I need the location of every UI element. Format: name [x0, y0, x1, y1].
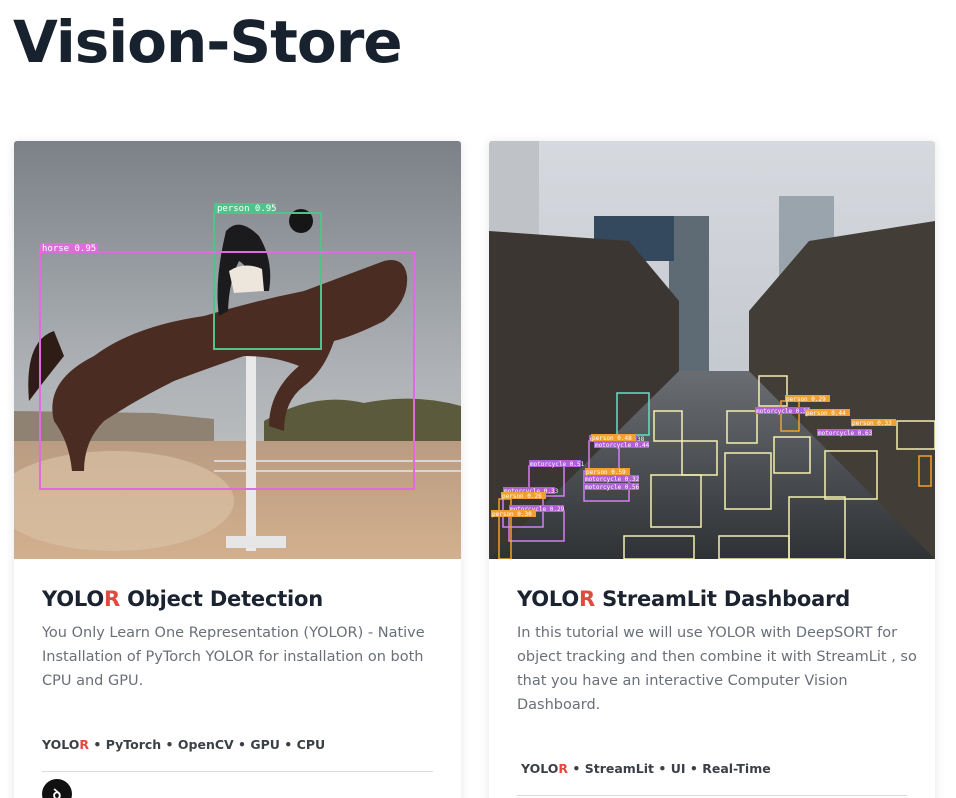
detection-label: person 0.26 [502, 493, 542, 500]
tag-rest: • StreamLit • UI • Real-Time [568, 761, 771, 776]
horse-jump-detection-image: person 0.95 horse 0.95 [14, 141, 461, 559]
tag-accent: R [79, 737, 90, 752]
detection-label: motorcycle 0.63 [818, 430, 873, 437]
detection-label: motorcycle 0.30 [756, 408, 811, 415]
site-title: Vision-Store [13, 8, 403, 76]
tag-main: YOLO [42, 737, 80, 752]
detection-label: person 0.59 [586, 469, 626, 476]
title-accent: R [104, 587, 120, 611]
card-yolor-streamlit-dashboard[interactable]: motorcycle 0.38 motorcycle 0.51 motorcyc… [489, 141, 935, 798]
card-thumbnail[interactable]: motorcycle 0.38 motorcycle 0.51 motorcyc… [489, 141, 935, 559]
card-tags: YOLOR • StreamLit • UI • Real-Time [521, 761, 771, 776]
detection-label: person 0.33 [852, 420, 892, 427]
card-description: In this tutorial we will use YOLOR with … [517, 625, 917, 713]
card-tags: YOLOR • PyTorch • OpenCV • GPU • CPU [42, 737, 325, 752]
street-traffic-detection-image: motorcycle 0.38 motorcycle 0.51 motorcyc… [489, 141, 935, 559]
card-title[interactable]: YOLOR StreamLit Dashboard [517, 587, 850, 611]
detection-label: person 0.48 [592, 435, 632, 442]
title-accent: R [579, 587, 595, 611]
card-divider [517, 795, 907, 796]
tag-rest: • PyTorch • OpenCV • GPU • CPU [89, 737, 326, 752]
title-rest: Object Detection [119, 587, 324, 611]
title-rest: StreamLit Dashboard [594, 587, 851, 611]
card-yolor-object-detection[interactable]: person 0.95 horse 0.95 YOLOR Object Dete… [14, 141, 461, 798]
horse-label: horse 0.95 [42, 244, 96, 254]
card-thumbnail[interactable]: person 0.95 horse 0.95 [14, 141, 461, 559]
title-main: YOLO [517, 587, 579, 611]
card-title[interactable]: YOLOR Object Detection [42, 587, 323, 611]
detection-label: motorcycle 0.51 [530, 461, 585, 468]
card-divider [42, 771, 433, 772]
detection-label: person 0.29 [786, 396, 826, 403]
card-description: You Only Learn One Representation (YOLOR… [42, 625, 425, 689]
tag-accent: R [558, 761, 569, 776]
detection-label: person 0.30 [492, 511, 532, 518]
title-main: YOLO [42, 587, 104, 611]
person-label: person 0.95 [217, 204, 277, 214]
detection-label: motorcycle 0.32 [585, 476, 640, 483]
detection-label: motorcycle 0.56 [585, 484, 640, 491]
detection-label: motorcycle 0.44 [595, 442, 650, 449]
user-avatar-icon[interactable]: ꝺ [42, 779, 72, 798]
detection-label: person 0.44 [806, 410, 846, 417]
tag-main: YOLO [521, 761, 559, 776]
